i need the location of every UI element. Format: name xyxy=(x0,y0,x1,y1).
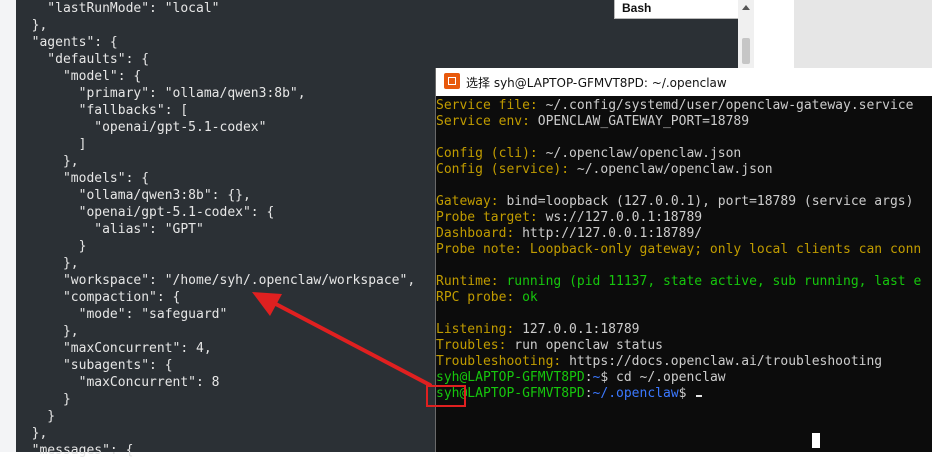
terminal-window[interactable]: 选择 syh@LAPTOP-GFMVT8PD: ~/.openclaw Serv… xyxy=(435,68,932,452)
code-line: }, xyxy=(16,256,79,271)
code-line: "alias": "GPT" xyxy=(16,222,204,237)
code-line: "maxConcurrent": 8 xyxy=(16,375,220,390)
terminal-text-segment: ok xyxy=(522,290,538,305)
scrollbar-thumb[interactable] xyxy=(742,38,750,64)
terminal-text-segment: ~/.openclaw/openclaw.json xyxy=(576,162,773,177)
background-strip xyxy=(786,0,932,70)
code-line: "messages": { xyxy=(16,443,134,458)
language-dropdown-label: Bash xyxy=(622,1,652,15)
code-line: "lastRunMode": "local" xyxy=(16,1,220,16)
code-line: "compaction": { xyxy=(16,290,181,305)
code-line: ] xyxy=(16,137,87,152)
terminal-text-segment: Listening: xyxy=(436,322,523,337)
terminal-line: Service env: OPENCLAW_GATEWAY_PORT=18789 xyxy=(436,114,749,130)
code-line: "openai/gpt-5.1-codex": { xyxy=(16,205,275,220)
terminal-line: Gateway: bind=loopback (127.0.0.1), port… xyxy=(436,194,913,210)
code-line: } xyxy=(16,409,56,424)
code-line: } xyxy=(16,239,87,254)
terminal-text-segment: Troubleshooting: xyxy=(436,354,570,369)
terminal-line: syh@LAPTOP-GFMVT8PD:~$ cd ~/.openclaw xyxy=(436,370,726,386)
code-line: "subagents": { xyxy=(16,358,173,373)
terminal-line: Runtime: running (pid 11137, state activ… xyxy=(436,274,921,290)
terminal-text-segment: Loopback-only gateway; only local client… xyxy=(529,242,922,257)
terminal-text-segment: syh@LAPTOP-GFMVT8PD xyxy=(436,370,585,385)
terminal-text-segment: Probe note: xyxy=(436,242,530,257)
terminal-text-segment: ~/.config/systemd/user/openclaw-gateway.… xyxy=(545,98,914,113)
language-dropdown[interactable]: Bash xyxy=(614,0,754,19)
terminal-line: Service file: ~/.config/systemd/user/ope… xyxy=(436,98,913,114)
terminal-line: syh@LAPTOP-GFMVT8PD:~/.openclaw$ xyxy=(436,386,703,402)
terminal-text-segment: Config (cli): xyxy=(436,146,546,161)
terminal-line: Probe note: Loopback-only gateway; only … xyxy=(436,242,921,258)
terminal-text-segment: Service file: xyxy=(436,98,546,113)
terminal-cursor xyxy=(696,395,703,397)
terminal-text-segment: ~/.openclaw xyxy=(592,386,679,401)
code-line: "primary": "ollama/qwen3:8b", xyxy=(16,86,306,101)
terminal-titlebar[interactable]: 选择 syh@LAPTOP-GFMVT8PD: ~/.openclaw xyxy=(436,68,932,96)
terminal-text-segment: https://docs.openclaw.ai/troubleshooting xyxy=(569,354,883,369)
code-line: "agents": { xyxy=(16,35,118,50)
page-left-margin xyxy=(0,0,16,452)
terminal-line: Troubleshooting: https://docs.openclaw.a… xyxy=(436,354,882,370)
code-line: "ollama/qwen3:8b": {}, xyxy=(16,188,251,203)
terminal-text-segment: ws://127.0.0.1:18789 xyxy=(545,210,703,225)
terminal-text-segment: Troubles: xyxy=(436,338,515,353)
terminal-line: Config (cli): ~/.openclaw/openclaw.json xyxy=(436,146,741,162)
mouse-text-cursor xyxy=(812,433,820,448)
code-line: "fallbacks": [ xyxy=(16,103,189,118)
code-line: "maxConcurrent": 4, xyxy=(16,341,212,356)
terminal-text-segment: http://127.0.0.1:18789/ xyxy=(522,226,703,241)
terminal-text-segment: $ xyxy=(678,386,695,401)
terminal-text-segment: 127.0.0.1:18789 xyxy=(522,322,640,337)
terminal-text-segment: Dashboard: xyxy=(436,226,523,241)
terminal-line: Listening: 127.0.0.1:18789 xyxy=(436,322,640,338)
terminal-line: Probe target: ws://127.0.0.1:18789 xyxy=(436,210,702,226)
code-line: }, xyxy=(16,426,48,441)
terminal-text-segment: Runtime: xyxy=(436,274,507,289)
terminal-line: Dashboard: http://127.0.0.1:18789/ xyxy=(436,226,702,242)
terminal-text-segment: bind=loopback (127.0.0.1), port=18789 (s… xyxy=(506,194,914,209)
terminal-title: 选择 syh@LAPTOP-GFMVT8PD: ~/.openclaw xyxy=(466,76,727,90)
annotation-highlight-box xyxy=(426,385,466,407)
code-line: }, xyxy=(16,154,79,169)
terminal-text-segment: : xyxy=(584,370,593,385)
code-line: "defaults": { xyxy=(16,52,150,67)
dropdown-panel xyxy=(754,0,794,70)
terminal-text-segment: running (pid 11137, state active, sub ru… xyxy=(506,274,922,289)
code-line: "mode": "safeguard" xyxy=(16,307,228,322)
terminal-text-segment: Service env: xyxy=(436,114,538,129)
terminal-text-segment: Gateway: xyxy=(436,194,507,209)
terminal-line: RPC probe: ok xyxy=(436,290,538,306)
terminal-text-segment: OPENCLAW_GATEWAY_PORT=18789 xyxy=(537,114,750,129)
code-line: "models": { xyxy=(16,171,150,186)
terminal-text-segment: : xyxy=(584,386,593,401)
code-line: "model": { xyxy=(16,69,142,84)
terminal-text-segment: ~/.openclaw/openclaw.json xyxy=(545,146,742,161)
code-line: }, xyxy=(16,324,79,339)
code-line: "openai/gpt-5.1-codex" xyxy=(16,120,267,135)
code-line: } xyxy=(16,392,71,407)
terminal-text-segment: $ cd ~/.openclaw xyxy=(600,370,726,385)
code-line: "workspace": "/home/syh/.openclaw/worksp… xyxy=(16,273,416,288)
terminal-app-icon xyxy=(444,73,460,89)
scroll-up-arrow-icon[interactable] xyxy=(742,5,750,10)
terminal-text-segment: run openclaw status xyxy=(514,338,663,353)
terminal-text-segment: Config (service): xyxy=(436,162,577,177)
terminal-text-segment: Probe target: xyxy=(436,210,546,225)
code-line: }, xyxy=(16,18,48,33)
terminal-line: Troubles: run openclaw status xyxy=(436,338,663,354)
terminal-text-segment: RPC probe: xyxy=(436,290,523,305)
terminal-line: Config (service): ~/.openclaw/openclaw.j… xyxy=(436,162,773,178)
